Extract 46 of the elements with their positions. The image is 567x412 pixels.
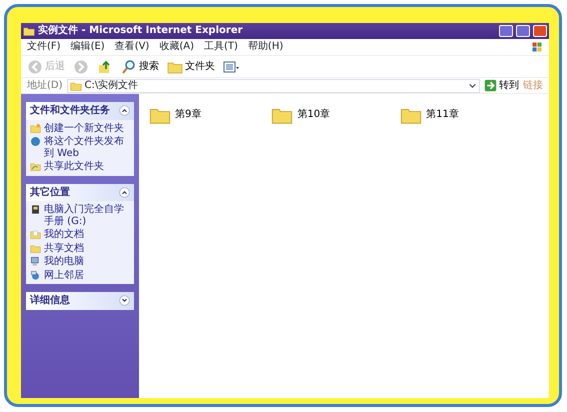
go-arrow-icon: [484, 79, 497, 92]
maximize-button[interactable]: [516, 25, 530, 37]
menu-item[interactable]: 帮助(H): [248, 41, 284, 53]
folder-icon: [30, 242, 41, 254]
address-label: 地址(D): [27, 80, 63, 92]
minimize-button[interactable]: [499, 25, 513, 37]
menu-item[interactable]: 收藏(A): [159, 41, 194, 53]
menu-item[interactable]: 编辑(E): [70, 41, 105, 53]
views-icon: [223, 58, 239, 74]
folder-icon: [70, 80, 82, 92]
views-button[interactable]: [223, 58, 239, 74]
folder-item[interactable]: 第11章: [400, 104, 459, 126]
panel-header[interactable]: 其它位置: [26, 184, 134, 201]
panel-header[interactable]: 详细信息: [26, 292, 134, 310]
close-button[interactable]: [533, 25, 547, 37]
address-field[interactable]: C:\实例文件: [66, 78, 480, 92]
menu-item[interactable]: 文件(F): [27, 41, 61, 53]
computer-icon: [30, 256, 41, 267]
go-button[interactable]: 转到: [484, 79, 519, 92]
menu-item[interactable]: 工具(T): [204, 41, 238, 53]
task-link[interactable]: 我的文档: [30, 229, 130, 240]
task-link[interactable]: 我的电脑: [30, 256, 130, 268]
shared-folder-icon: [30, 161, 41, 172]
folder-item[interactable]: 第9章: [149, 104, 202, 126]
globe-icon: [30, 136, 41, 147]
task-link[interactable]: 将这个文件夹发布到 Web: [30, 136, 130, 159]
folder-icon: [30, 122, 41, 134]
menu-item[interactable]: 查看(V): [114, 41, 150, 53]
task-link[interactable]: 共享文档: [30, 242, 130, 254]
back-icon: [27, 58, 43, 74]
search-button[interactable]: 搜索: [121, 58, 159, 74]
panel-header[interactable]: 文件和文件夹任务: [26, 102, 134, 120]
folder-icon: [23, 25, 35, 37]
folders-button[interactable]: 文件夹: [167, 58, 215, 74]
search-icon: [121, 58, 137, 74]
documents-icon: [30, 229, 41, 240]
windows-logo-icon: [531, 41, 543, 53]
drive-icon: [30, 204, 41, 215]
task-link[interactable]: 网上邻居: [30, 270, 130, 281]
folder-item[interactable]: 第10章: [271, 104, 330, 126]
task-link[interactable]: 创建一个新文件夹: [30, 122, 130, 134]
network-icon: [30, 270, 41, 280]
forward-icon: [73, 58, 89, 74]
task-link[interactable]: 共享此文件夹: [30, 161, 130, 172]
window-title: 实例文件 - Microsoft Internet Explorer: [38, 25, 244, 37]
task-link[interactable]: 电脑入门完全自学手册 (G:): [30, 204, 130, 227]
